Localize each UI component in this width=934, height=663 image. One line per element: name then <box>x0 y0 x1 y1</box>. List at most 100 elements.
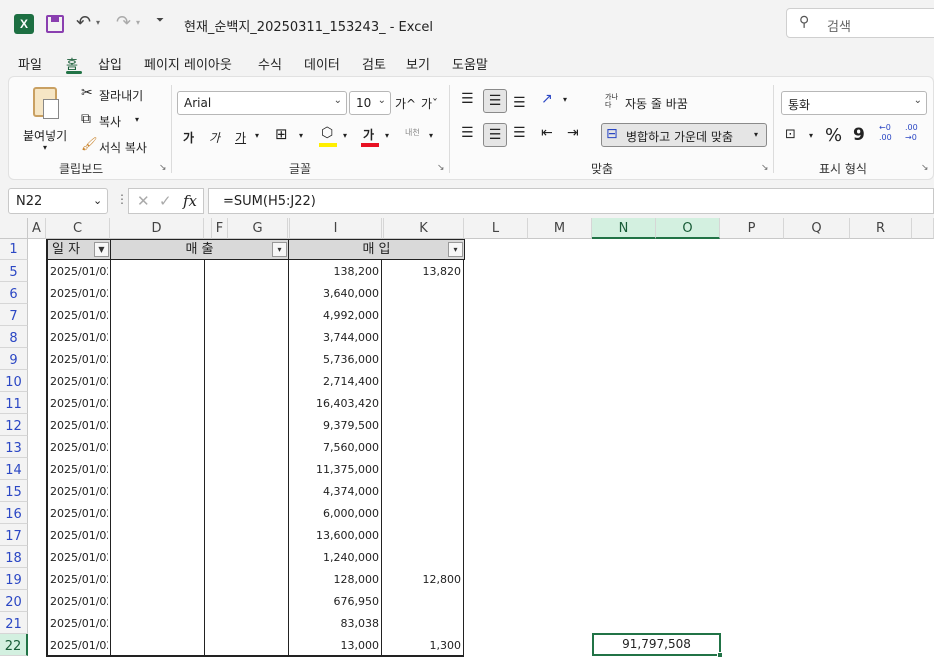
date-cell[interactable]: 2025/01/02 <box>50 375 108 388</box>
purchase-tax-cell[interactable]: 13,820 <box>386 265 462 278</box>
purchase-amount-cell[interactable]: 4,374,000 <box>292 485 379 498</box>
column-header-m[interactable]: M <box>528 218 592 239</box>
date-cell[interactable]: 2025/01/02 <box>50 331 108 344</box>
align-left-icon[interactable]: ☰ <box>461 125 474 141</box>
redo-icon[interactable]: ↷ <box>116 12 131 33</box>
name-box[interactable]: N22 ⌄ <box>8 188 108 214</box>
column-header-k[interactable]: K <box>384 218 464 239</box>
column-header-d[interactable]: D <box>110 218 204 239</box>
date-cell[interactable]: 2025/01/02 <box>50 353 108 366</box>
row-header-1[interactable]: 1 <box>0 239 28 260</box>
increase-indent-icon[interactable]: ⇥ <box>567 125 579 141</box>
more-options-icon[interactable]: ⋮ <box>116 192 128 206</box>
selected-sum-cell[interactable]: 91,797,508 <box>592 633 721 656</box>
menu-view[interactable]: 보기 <box>406 54 430 73</box>
column-header-extra[interactable] <box>912 218 934 239</box>
font-color-dropdown-icon[interactable]: ▾ <box>385 131 389 140</box>
number-format-select[interactable]: 통화 ⌄ <box>781 91 927 115</box>
undo-icon[interactable]: ↶ <box>76 12 91 33</box>
column-header-n[interactable]: N <box>592 218 656 239</box>
date-cell[interactable]: 2025/01/02 <box>50 507 108 520</box>
column-header-c[interactable]: C <box>46 218 110 239</box>
date-cell[interactable]: 2025/01/02 <box>50 551 108 564</box>
row-header-11[interactable]: 11 <box>0 392 28 414</box>
date-cell[interactable]: 2025/01/02 <box>50 287 108 300</box>
column-header-r[interactable]: R <box>850 218 912 239</box>
purchase-amount-cell[interactable]: 83,038 <box>292 617 380 630</box>
font-color-button[interactable]: 가 <box>363 126 374 143</box>
align-center-icon[interactable]: ☰ <box>483 123 507 147</box>
grow-font-button[interactable]: 가^ <box>395 95 416 112</box>
column-header-i[interactable]: I <box>290 218 382 239</box>
row-header-14[interactable]: 14 <box>0 458 28 480</box>
alignment-launcher-icon[interactable]: ↘ <box>761 163 769 173</box>
accounting-dropdown-icon[interactable]: ▾ <box>809 131 813 140</box>
column-header-o[interactable]: O <box>656 218 720 239</box>
search-box[interactable]: ⚲ 검색 <box>786 8 934 38</box>
date-cell[interactable]: 2025/01/02 <box>50 419 108 432</box>
date-cell[interactable]: 2025/01/02 <box>50 573 108 586</box>
date-cell[interactable]: 2025/01/02 <box>50 595 108 608</box>
select-all-corner[interactable] <box>0 218 28 239</box>
format-painter-icon[interactable]: 🖌 <box>81 137 98 152</box>
row-header-12[interactable]: 12 <box>0 414 28 436</box>
date-cell[interactable]: 2025/01/02 <box>50 529 108 542</box>
align-right-icon[interactable]: ☰ <box>513 125 526 141</box>
purchase-amount-cell[interactable]: 4,992,000 <box>292 309 379 322</box>
formula-input[interactable]: =SUM(H5:J22) <box>208 188 934 214</box>
worksheet-grid[interactable]: A C D F G I K L M N O P Q R 1 5 6 7 8 9 10 11 12 13 14 15 16 17 18 19… <box>0 218 934 663</box>
menu-page-layout[interactable]: 페이지 레이아웃 <box>144 54 232 73</box>
orientation-dropdown-icon[interactable]: ▾ <box>563 95 567 104</box>
shrink-font-button[interactable]: 가ˇ <box>421 95 438 112</box>
cut-button[interactable]: 잘라내기 <box>99 87 143 104</box>
row-header-19[interactable]: 19 <box>0 568 28 590</box>
fill-color-icon[interactable]: ⬡ <box>321 125 333 141</box>
date-cell[interactable]: 2025/01/02 <box>50 441 108 454</box>
purchase-amount-cell[interactable]: 13,000 <box>292 639 380 652</box>
menu-review[interactable]: 검토 <box>362 54 386 73</box>
row-header-20[interactable]: 20 <box>0 590 28 612</box>
purchase-amount-cell[interactable]: 3,744,000 <box>292 331 379 344</box>
purchase-amount-cell[interactable]: 11,375,000 <box>292 463 379 476</box>
filter-active-icon[interactable]: ▼ <box>94 242 109 257</box>
purchase-amount-cell[interactable]: 13,600,000 <box>292 529 379 542</box>
purchase-amount-cell[interactable]: 676,950 <box>292 595 380 608</box>
purchase-amount-cell[interactable]: 9,379,500 <box>292 419 379 432</box>
column-header-f[interactable]: F <box>212 218 228 239</box>
row-header-8[interactable]: 8 <box>0 326 28 348</box>
enter-icon[interactable]: ✓ <box>159 192 172 210</box>
decrease-decimal-button[interactable]: .00 →0 <box>905 123 927 143</box>
row-header-15[interactable]: 15 <box>0 480 28 502</box>
purchase-amount-cell[interactable]: 6,000,000 <box>292 507 379 520</box>
row-header-9[interactable]: 9 <box>0 348 28 370</box>
column-header-q[interactable]: Q <box>784 218 850 239</box>
purchase-amount-cell[interactable]: 7,560,000 <box>292 441 379 454</box>
date-cell[interactable]: 2025/01/02 <box>50 639 108 652</box>
insert-function-button[interactable]: fx <box>183 192 197 210</box>
column-header-l[interactable]: L <box>464 218 528 239</box>
menu-file[interactable]: 파일 <box>18 54 42 73</box>
merge-center-button[interactable]: ⊟ 병합하고 가운데 맞춤 ▾ <box>601 123 767 147</box>
purchase-amount-cell[interactable]: 5,736,000 <box>292 353 379 366</box>
row-header-22[interactable]: 22 <box>0 634 28 656</box>
underline-dropdown-icon[interactable]: ▾ <box>255 131 259 140</box>
date-cell[interactable]: 2025/01/02 <box>50 309 108 322</box>
decrease-indent-icon[interactable]: ⇤ <box>541 125 553 141</box>
purchase-amount-cell[interactable]: 3,640,000 <box>292 287 379 300</box>
comma-button[interactable]: 9 <box>853 125 865 145</box>
row-header-16[interactable]: 16 <box>0 502 28 524</box>
align-bottom-icon[interactable]: ☰ <box>513 95 526 111</box>
row-header-10[interactable]: 10 <box>0 370 28 392</box>
fill-handle[interactable] <box>717 652 723 658</box>
fill-dropdown-icon[interactable]: ▾ <box>343 131 347 140</box>
row-header-7[interactable]: 7 <box>0 304 28 326</box>
undo-dropdown-icon[interactable]: ▾ <box>96 18 100 27</box>
row-header-6[interactable]: 6 <box>0 282 28 304</box>
header-purchase-cell[interactable]: 매 입 <box>288 239 465 260</box>
copy-dropdown-icon[interactable]: ▾ <box>135 115 139 124</box>
align-middle-icon[interactable]: ☰ <box>483 89 507 113</box>
font-name-select[interactable]: Arial ⌄ <box>177 91 347 115</box>
font-launcher-icon[interactable]: ↘ <box>437 163 445 173</box>
filter-dropdown-icon[interactable]: ▾ <box>272 242 287 257</box>
date-cell[interactable]: 2025/01/02 <box>50 265 108 278</box>
